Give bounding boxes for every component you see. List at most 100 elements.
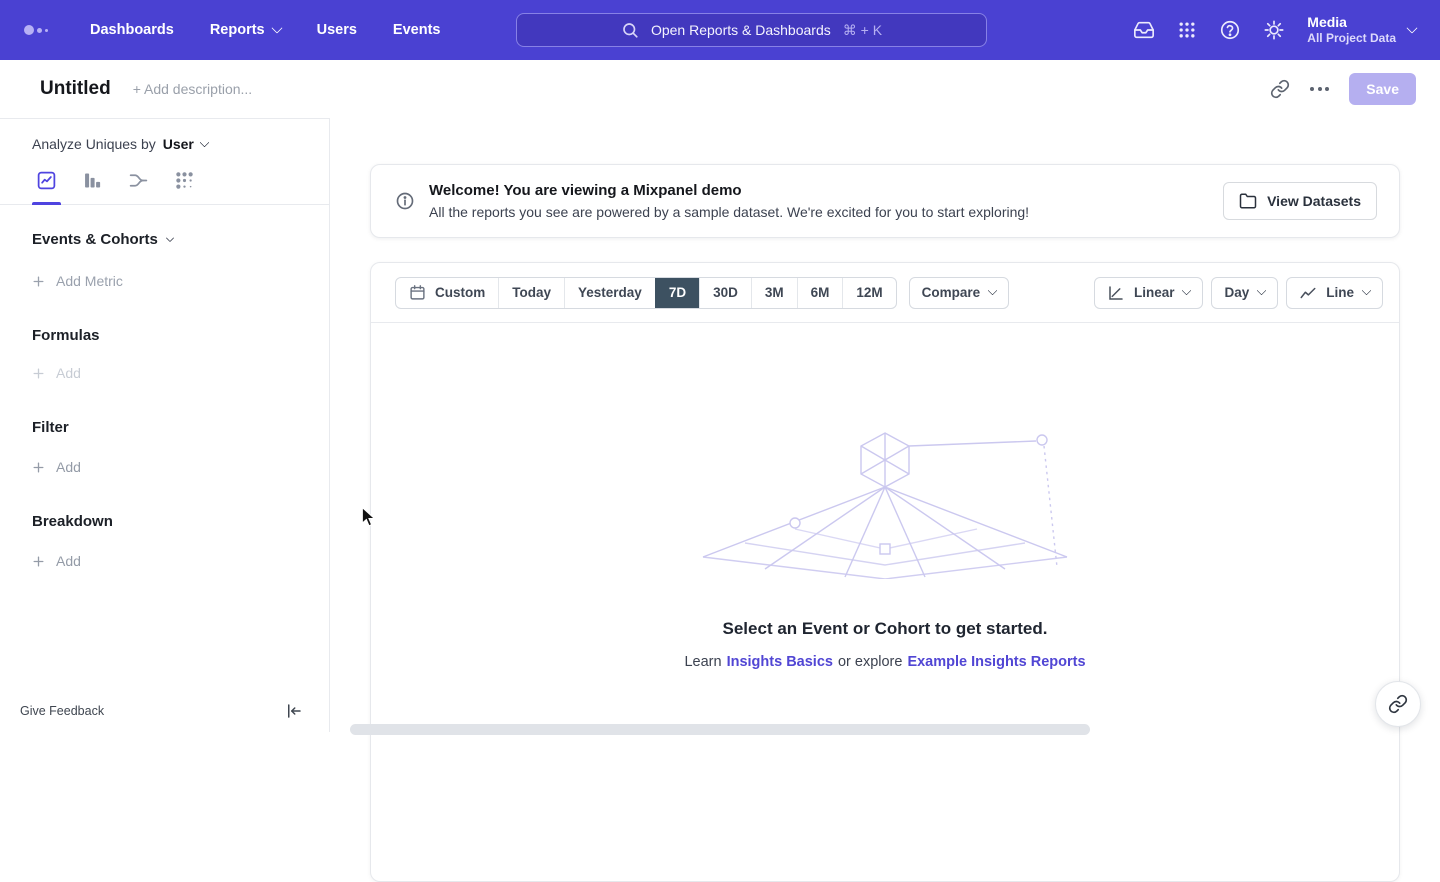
section-title: Formulas	[32, 327, 100, 344]
plus-icon	[32, 367, 45, 380]
collapse-sidebar-button[interactable]	[285, 702, 303, 720]
example-insights-reports-link[interactable]: Example Insights Reports	[907, 654, 1085, 670]
date-range-yesterday[interactable]: Yesterday	[564, 278, 655, 308]
sidebar-sections: Events & Cohorts Add Metric Formulas Add…	[0, 231, 329, 569]
tab-retention[interactable]	[174, 170, 195, 204]
compare-dropdown[interactable]: Compare	[909, 277, 1010, 309]
add-description-field[interactable]: + Add description...	[133, 81, 252, 97]
chevron-down-icon	[1257, 286, 1267, 296]
granularity-dropdown[interactable]: Day	[1211, 277, 1278, 309]
chart-type-dropdown[interactable]: Line	[1286, 277, 1383, 309]
add-metric-button[interactable]: Add Metric	[32, 273, 329, 289]
learn-prefix: Learn	[684, 654, 721, 670]
banner-body: All the reports you see are powered by a…	[429, 204, 1029, 220]
add-filter-label: Add	[56, 459, 81, 475]
top-navbar: Dashboards Reports Users Events Open Rep…	[0, 0, 1440, 60]
nav-item-dashboards[interactable]: Dashboards	[90, 22, 174, 38]
add-formula-button[interactable]: Add	[32, 365, 329, 381]
scale-dropdown[interactable]: Linear	[1094, 277, 1204, 309]
save-button[interactable]: Save	[1349, 73, 1416, 105]
date-range-label: 6M	[811, 285, 830, 300]
tab-funnels[interactable]	[82, 170, 103, 204]
linear-scale-icon	[1107, 284, 1125, 302]
report-titlebar: Untitled + Add description... Save	[0, 60, 1440, 118]
project-selector[interactable]: Media All Project Data	[1307, 14, 1416, 47]
insights-basics-link[interactable]: Insights Basics	[727, 654, 833, 670]
report-main-area: Welcome! You are viewing a Mixpanel demo…	[330, 118, 1440, 732]
date-range-label: Custom	[435, 285, 485, 300]
search-shortcut: ⌘ + K	[843, 22, 882, 39]
nav-item-reports[interactable]: Reports	[210, 22, 281, 38]
inbox-icon[interactable]	[1133, 19, 1155, 41]
nav-item-events[interactable]: Events	[393, 22, 441, 38]
copy-link-button[interactable]	[1270, 79, 1290, 99]
add-filter-button[interactable]: Add	[32, 459, 329, 475]
add-metric-label: Add Metric	[56, 273, 123, 289]
bar-chart-icon	[82, 170, 103, 191]
global-search-input[interactable]: Open Reports & Dashboards ⌘ + K	[516, 13, 987, 47]
chevron-down-icon	[271, 22, 282, 33]
banner-title: Welcome! You are viewing a Mixpanel demo	[429, 182, 1029, 199]
filter-header: Filter	[32, 419, 329, 436]
or-explore-text: or explore	[838, 654, 902, 670]
plus-icon	[32, 275, 45, 288]
analyze-label: Analyze Uniques by	[32, 136, 156, 152]
nav-item-label: Dashboards	[90, 22, 174, 38]
line-chart-icon	[1299, 284, 1317, 302]
analyze-by-dropdown[interactable]: User	[163, 136, 208, 152]
date-range-label: 30D	[713, 285, 738, 300]
plus-icon	[32, 555, 45, 568]
events-cohorts-header[interactable]: Events & Cohorts	[32, 231, 329, 248]
demo-welcome-banner: Welcome! You are viewing a Mixpanel demo…	[370, 164, 1400, 238]
apps-grid-icon[interactable]	[1177, 20, 1197, 40]
title-actions: Save	[1270, 73, 1416, 105]
nav-item-users[interactable]: Users	[317, 22, 357, 38]
section-title: Breakdown	[32, 513, 113, 530]
wireframe-illustration	[695, 429, 1075, 579]
empty-state: Select an Event or Cohort to get started…	[371, 323, 1399, 670]
empty-state-title: Select an Event or Cohort to get started…	[723, 619, 1048, 639]
retention-dots-icon	[174, 170, 195, 191]
gear-icon[interactable]	[1263, 19, 1285, 41]
more-options-button[interactable]	[1310, 87, 1329, 91]
view-datasets-button[interactable]: View Datasets	[1223, 182, 1377, 220]
ellipsis-icon	[1310, 87, 1329, 91]
page-title[interactable]: Untitled	[40, 78, 111, 100]
compare-label: Compare	[922, 285, 981, 300]
give-feedback-link[interactable]: Give Feedback	[20, 704, 104, 718]
date-range-label: Today	[512, 285, 551, 300]
flows-icon	[128, 170, 149, 191]
help-icon[interactable]	[1219, 19, 1241, 41]
chevron-down-icon	[199, 137, 209, 147]
date-range-7d[interactable]: 7D	[655, 278, 699, 308]
search-placeholder: Open Reports & Dashboards	[651, 22, 831, 38]
plus-icon	[32, 461, 45, 474]
horizontal-scrollbar[interactable]	[350, 724, 1090, 735]
share-link-fab[interactable]	[1375, 681, 1421, 727]
banner-text: Welcome! You are viewing a Mixpanel demo…	[429, 182, 1029, 220]
project-scope: All Project Data	[1307, 31, 1396, 46]
scale-label: Linear	[1134, 285, 1175, 300]
tab-flows[interactable]	[128, 170, 149, 204]
date-range-label: 12M	[856, 285, 882, 300]
date-range-30d[interactable]: 30D	[699, 278, 751, 308]
empty-state-links: Learn Insights Basics or explore Example…	[684, 654, 1085, 670]
chevron-down-icon	[988, 286, 998, 296]
date-range-custom[interactable]: Custom	[396, 278, 498, 308]
toolbar-right: Linear Day Line	[1094, 277, 1383, 309]
analyze-value: User	[163, 136, 194, 152]
date-range-12m[interactable]: 12M	[842, 278, 895, 308]
view-datasets-label: View Datasets	[1267, 193, 1361, 209]
date-range-6m[interactable]: 6M	[797, 278, 843, 308]
tab-insights[interactable]	[36, 170, 57, 204]
analyze-uniques-row: Analyze Uniques by User	[0, 119, 329, 152]
chevron-down-icon	[166, 233, 174, 241]
date-range-3m[interactable]: 3M	[751, 278, 797, 308]
nav-item-label: Events	[393, 22, 441, 38]
add-breakdown-label: Add	[56, 553, 81, 569]
date-range-today[interactable]: Today	[498, 278, 564, 308]
nav-item-label: Reports	[210, 22, 265, 38]
add-breakdown-button[interactable]: Add	[32, 553, 329, 569]
mixpanel-logo-icon[interactable]	[24, 25, 48, 35]
add-formula-label: Add	[56, 365, 81, 381]
